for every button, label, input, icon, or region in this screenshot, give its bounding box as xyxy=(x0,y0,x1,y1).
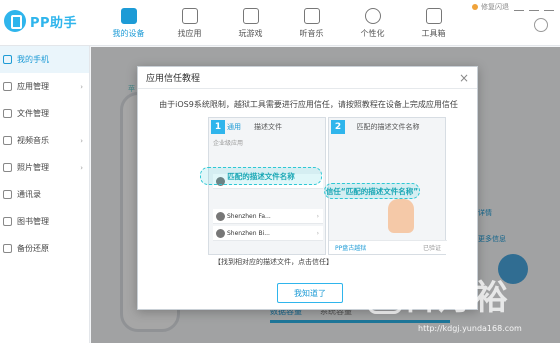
pp-logo-icon xyxy=(4,10,26,32)
phone-icon xyxy=(3,55,12,64)
chevron-right-icon: › xyxy=(316,229,319,237)
sidebar-item-label: 备份还原 xyxy=(17,244,49,253)
photo-icon xyxy=(3,163,12,172)
got-it-button[interactable]: 我知道了 xyxy=(277,283,343,303)
profile-name-callout: 匹配的描述文件名称 xyxy=(200,167,322,185)
nav-label: 听音乐 xyxy=(299,29,324,38)
apps-icon xyxy=(3,82,12,91)
close-icon[interactable] xyxy=(544,3,554,11)
minimize-icon[interactable] xyxy=(529,3,539,11)
music-icon xyxy=(303,8,320,24)
repair-icon xyxy=(472,4,478,10)
nav-find-apps[interactable]: 找应用 xyxy=(159,4,220,44)
sidebar-item-books[interactable]: 图书管理 xyxy=(0,208,89,235)
sidebar-item-backup[interactable]: 备份还原 xyxy=(0,235,89,262)
nav-label: 工具箱 xyxy=(421,29,446,38)
sidebar-item-label: 应用管理 xyxy=(17,82,49,91)
logo-text: PP助手 xyxy=(30,15,78,31)
watermark: 科灯裕 http://kdgj.yunda168.com xyxy=(362,268,558,342)
profile-name: Shenzhen Fa... xyxy=(227,212,271,220)
nav-label: 玩游戏 xyxy=(238,29,263,38)
step-number: 1 xyxy=(211,120,225,134)
step-number: 2 xyxy=(331,120,345,134)
app-name: PP盘古越狱 xyxy=(335,245,367,252)
sidebar-item-apps[interactable]: 应用管理 › xyxy=(0,73,89,100)
sidebar-item-label: 文件管理 xyxy=(17,109,49,118)
sidebar: 我的手机 应用管理 › 文件管理 视频音乐 › 照片管理 › 通讯录 图书管理 xyxy=(0,46,90,343)
verified-status: 已验证 xyxy=(422,245,441,252)
dialog-header: 应用信任教程 xyxy=(138,67,477,89)
watermark-logo-icon xyxy=(368,274,402,314)
gamepad-icon xyxy=(242,8,259,24)
gear-icon xyxy=(216,212,225,221)
download-icon[interactable] xyxy=(534,18,548,32)
watermark-text: 科灯裕 xyxy=(402,278,510,318)
video-icon xyxy=(3,136,12,145)
sidebar-item-label: 通讯录 xyxy=(17,190,41,199)
sidebar-item-contacts[interactable]: 通讯录 xyxy=(0,181,89,208)
nav-label: 个性化 xyxy=(360,29,385,38)
chevron-right-icon: › xyxy=(80,82,83,91)
window-controls: 修复闪退 xyxy=(472,2,554,12)
list-item: Shenzhen Bi... › xyxy=(213,226,323,241)
nav-label: 找应用 xyxy=(177,29,202,38)
app-window: PP助手 我的设备 找应用 玩游戏 听音乐 个性化 工具箱 修复闪退 我的手机 … xyxy=(0,0,560,343)
chevron-right-icon: › xyxy=(80,136,83,145)
book-icon xyxy=(3,217,12,226)
watermark-url: http://kdgj.yunda168.com xyxy=(418,324,522,333)
dialog-description: 由于iOS9系统限制，越狱工具需要进行应用信任，请按照教程在设备上完成应用信任 xyxy=(159,100,458,109)
sidebar-item-label: 视频音乐 xyxy=(17,136,49,145)
profile-name: Shenzhen Bi... xyxy=(227,229,270,237)
folder-icon xyxy=(3,109,12,118)
nav-label: 我的设备 xyxy=(112,29,145,38)
nav-toolbox[interactable]: 工具箱 xyxy=(403,4,464,44)
step-title: 匹配的描述文件名称 xyxy=(356,123,420,131)
step-1-panel: 描述文件 1 通用 企业级应用 Shenzhen Fa... › Shenzhe… xyxy=(208,117,326,255)
theme-icon xyxy=(364,8,381,24)
repair-link[interactable]: 修复闪退 xyxy=(481,2,509,12)
sidebar-item-files[interactable]: 文件管理 xyxy=(0,100,89,127)
top-bar: PP助手 我的设备 找应用 玩游戏 听音乐 个性化 工具箱 修复闪退 xyxy=(0,0,560,46)
apps-icon xyxy=(181,8,198,24)
list-item: Shenzhen Fa... › xyxy=(213,209,323,224)
back-link: 通用 xyxy=(227,123,241,131)
close-icon[interactable]: × xyxy=(459,71,469,85)
dialog-title: 应用信任教程 xyxy=(146,74,201,84)
trust-callout: 信任“匹配的描述文件名称” xyxy=(324,183,420,199)
verified-app-row: PP盘古越狱 已验证 xyxy=(329,240,447,254)
contacts-icon xyxy=(3,190,12,199)
menu-icon[interactable] xyxy=(514,3,524,11)
main-nav: 我的设备 找应用 玩游戏 听音乐 个性化 工具箱 xyxy=(98,4,464,44)
sidebar-item-my-phone[interactable]: 我的手机 xyxy=(0,46,89,73)
backup-icon xyxy=(3,244,12,253)
hand-pointer-icon xyxy=(388,199,414,233)
nav-games[interactable]: 玩游戏 xyxy=(220,4,281,44)
section-label: 企业级应用 xyxy=(213,140,244,147)
sidebar-item-media[interactable]: 视频音乐 › xyxy=(0,127,89,154)
sidebar-item-label: 照片管理 xyxy=(17,163,49,172)
chevron-right-icon: › xyxy=(316,212,319,220)
sidebar-item-label: 我的手机 xyxy=(17,55,49,64)
nav-music[interactable]: 听音乐 xyxy=(281,4,342,44)
toolbox-icon xyxy=(425,8,442,24)
nav-personalize[interactable]: 个性化 xyxy=(342,4,403,44)
step-caption: 【找到相对应的描述文件，点击信任】 xyxy=(214,258,333,266)
nav-my-device[interactable]: 我的设备 xyxy=(98,4,159,44)
chevron-right-icon: › xyxy=(80,163,83,172)
app-logo[interactable]: PP助手 xyxy=(4,9,78,33)
gear-icon xyxy=(216,229,225,238)
sidebar-item-photos[interactable]: 照片管理 › xyxy=(0,154,89,181)
sidebar-item-label: 图书管理 xyxy=(17,217,49,226)
phone-icon xyxy=(120,8,137,24)
